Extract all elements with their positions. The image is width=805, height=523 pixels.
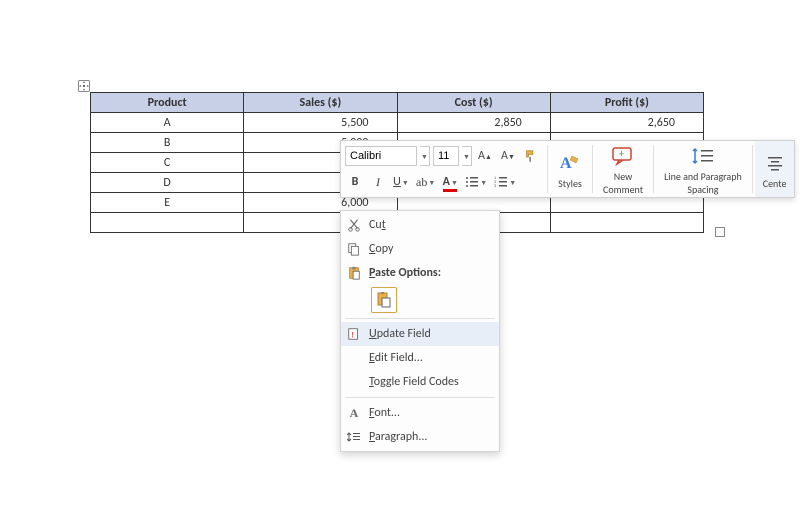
menu-update-field-label: Update Field [369, 327, 431, 341]
col-product[interactable]: Product [91, 93, 244, 113]
context-menu: Cut Copy Paste Options: ! Update Field E… [340, 210, 500, 452]
col-sales[interactable]: Sales ($) [244, 93, 397, 113]
menu-update-field[interactable]: ! Update Field [341, 322, 499, 346]
center-label: Cente [763, 178, 787, 189]
cell-sales[interactable]: 5,500 [244, 113, 397, 133]
font-name-input[interactable] [345, 146, 417, 166]
new-comment-label-2: Comment [603, 184, 643, 195]
menu-paragraph[interactable]: Paragraph... [341, 425, 499, 449]
cell-profit[interactable]: 2,650 [550, 113, 703, 133]
svg-text:3: 3 [494, 184, 496, 189]
svg-text:A: A [560, 155, 572, 172]
line-spacing-button[interactable]: Line and Paragraph Spacing [656, 141, 750, 197]
menu-cut-label: Cut [369, 218, 386, 232]
numbering-button[interactable]: 123▼ [492, 172, 518, 192]
menu-separator [345, 397, 495, 398]
table-move-handle[interactable] [78, 80, 90, 92]
cell-product[interactable]: C [91, 153, 244, 173]
cell-product[interactable]: A [91, 113, 244, 133]
col-profit[interactable]: Profit ($) [550, 93, 703, 113]
bold-button[interactable]: B [345, 172, 365, 192]
paragraph-icon [345, 430, 363, 444]
col-cost[interactable]: Cost ($) [397, 93, 550, 113]
cell-sum-profit[interactable] [550, 213, 703, 233]
bullets-button[interactable]: ▼ [463, 172, 489, 192]
styles-label: Styles [558, 178, 582, 189]
highlight-button[interactable]: ab▼ [414, 172, 437, 192]
menu-toggle-field-codes[interactable]: Toggle Field Codes [341, 370, 499, 394]
cell-product[interactable]: D [91, 173, 244, 193]
center-button[interactable]: Cente [755, 141, 795, 197]
paragraph-end-marker [715, 227, 725, 237]
cut-icon [345, 218, 363, 232]
cell-sum-label[interactable] [91, 213, 244, 233]
cell-cost[interactable]: 2,850 [397, 113, 550, 133]
menu-edit-field-label: Edit Field... [369, 351, 423, 365]
font-name-dropdown[interactable]: ▼ [420, 146, 430, 166]
menu-copy[interactable]: Copy [341, 237, 499, 261]
paste-icon [345, 266, 363, 280]
cell-product[interactable]: E [91, 193, 244, 213]
grow-font-button[interactable]: A▲ [475, 146, 495, 166]
menu-separator [345, 318, 495, 319]
font-icon: A [345, 406, 363, 421]
table-row[interactable]: A 5,500 2,850 2,650 [91, 113, 704, 133]
shrink-font-button[interactable]: A▼ [498, 146, 518, 166]
new-comment-button[interactable]: + New Comment [595, 141, 651, 197]
menu-cut[interactable]: Cut [341, 213, 499, 237]
font-size-input[interactable] [433, 146, 459, 166]
paste-options-row [341, 285, 499, 315]
copy-icon [345, 242, 363, 256]
font-color-button[interactable]: A▼ [440, 172, 460, 192]
new-comment-label-1: New [614, 171, 633, 182]
table-header-row: Product Sales ($) Cost ($) Profit ($) [91, 93, 704, 113]
menu-paste-options-label: Paste Options: [369, 266, 441, 280]
cell-product[interactable]: B [91, 133, 244, 153]
paste-keep-source-button[interactable] [371, 287, 397, 313]
update-field-icon: ! [345, 327, 363, 341]
menu-edit-field[interactable]: Edit Field... [341, 346, 499, 370]
menu-toggle-field-codes-label: Toggle Field Codes [369, 375, 459, 389]
svg-text:+: + [619, 147, 624, 160]
underline-button[interactable]: U▼ [391, 172, 411, 192]
mini-toolbar: ▼ ▼ A▲ A▼ B I U▼ ab▼ A▼ ▼ 123▼ A S [340, 140, 795, 198]
font-size-dropdown[interactable]: ▼ [462, 146, 472, 166]
format-painter-button[interactable] [521, 146, 541, 166]
line-spacing-label-2: Spacing [687, 184, 718, 195]
menu-paste-options-header: Paste Options: [341, 261, 499, 285]
menu-copy-label: Copy [369, 242, 393, 256]
menu-font-label: Font... [369, 406, 400, 420]
line-spacing-label-1: Line and Paragraph [664, 171, 742, 182]
menu-paragraph-label: Paragraph... [369, 430, 427, 444]
menu-font[interactable]: A Font... [341, 401, 499, 425]
italic-button[interactable]: I [368, 172, 388, 192]
styles-button[interactable]: A Styles [550, 141, 590, 197]
svg-text:!: ! [351, 332, 354, 341]
